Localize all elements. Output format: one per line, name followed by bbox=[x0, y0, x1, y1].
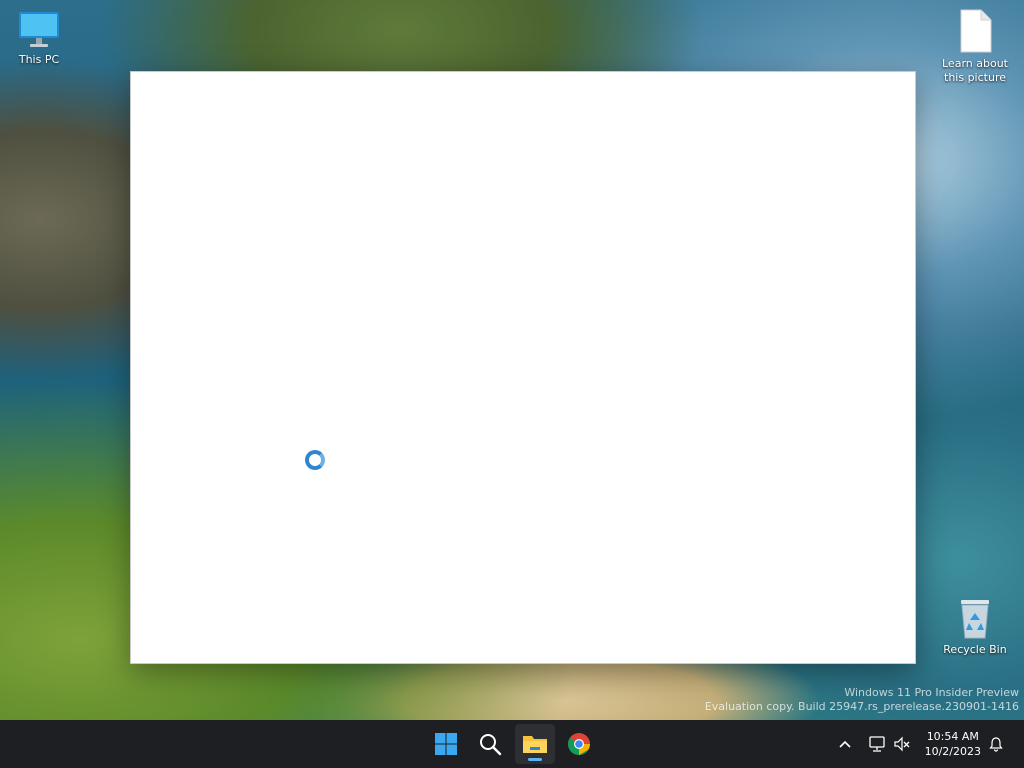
desktop-icon-label: Recycle Bin bbox=[943, 643, 1007, 656]
desktop-icon-learn-about-picture[interactable]: Learn about this picture bbox=[937, 8, 1013, 85]
search-button[interactable] bbox=[470, 724, 510, 764]
network-icon bbox=[869, 736, 885, 752]
monitor-icon bbox=[19, 12, 59, 47]
network-button[interactable] bbox=[865, 732, 889, 756]
taskbar: 10:54 AM 10/2/2023 bbox=[0, 720, 1024, 768]
desktop-icon-label: Learn about this picture bbox=[942, 57, 1008, 84]
loading-spinner-icon bbox=[305, 450, 325, 470]
folder-icon bbox=[523, 736, 547, 753]
desktop-icon-recycle-bin[interactable]: Recycle Bin bbox=[937, 596, 1013, 657]
show-hidden-icons-button[interactable] bbox=[833, 732, 857, 756]
search-icon bbox=[480, 734, 502, 756]
chevron-up-icon bbox=[839, 740, 851, 748]
watermark-line-2: Evaluation copy. Build 25947.rs_prerelea… bbox=[704, 700, 1019, 713]
volume-muted-icon bbox=[894, 736, 910, 752]
volume-button[interactable] bbox=[890, 732, 914, 756]
notifications-button[interactable] bbox=[984, 732, 1008, 756]
windows-start-icon bbox=[435, 733, 457, 755]
clock-time: 10:54 AM bbox=[926, 730, 979, 743]
watermark-line-1: Windows 11 Pro Insider Preview bbox=[844, 686, 1019, 699]
desktop-icon-label: This PC bbox=[18, 53, 60, 66]
clock-date: 10/2/2023 bbox=[924, 745, 981, 758]
document-icon bbox=[960, 9, 992, 53]
active-app-indicator bbox=[528, 758, 542, 761]
file-explorer-button[interactable] bbox=[515, 724, 555, 764]
notification-bell-icon bbox=[989, 737, 1003, 752]
loading-window[interactable] bbox=[130, 71, 916, 664]
chrome-button[interactable] bbox=[559, 724, 599, 764]
taskbar-clock[interactable]: 10:54 AM 10/2/2023 bbox=[925, 729, 981, 759]
windows-watermark: Windows 11 Pro Insider Preview Evaluatio… bbox=[705, 686, 1019, 714]
recycle-bin-icon bbox=[961, 600, 989, 639]
start-button[interactable] bbox=[426, 724, 466, 764]
desktop-icon-this-pc[interactable]: This PC bbox=[1, 10, 77, 67]
chrome-icon bbox=[568, 733, 590, 755]
